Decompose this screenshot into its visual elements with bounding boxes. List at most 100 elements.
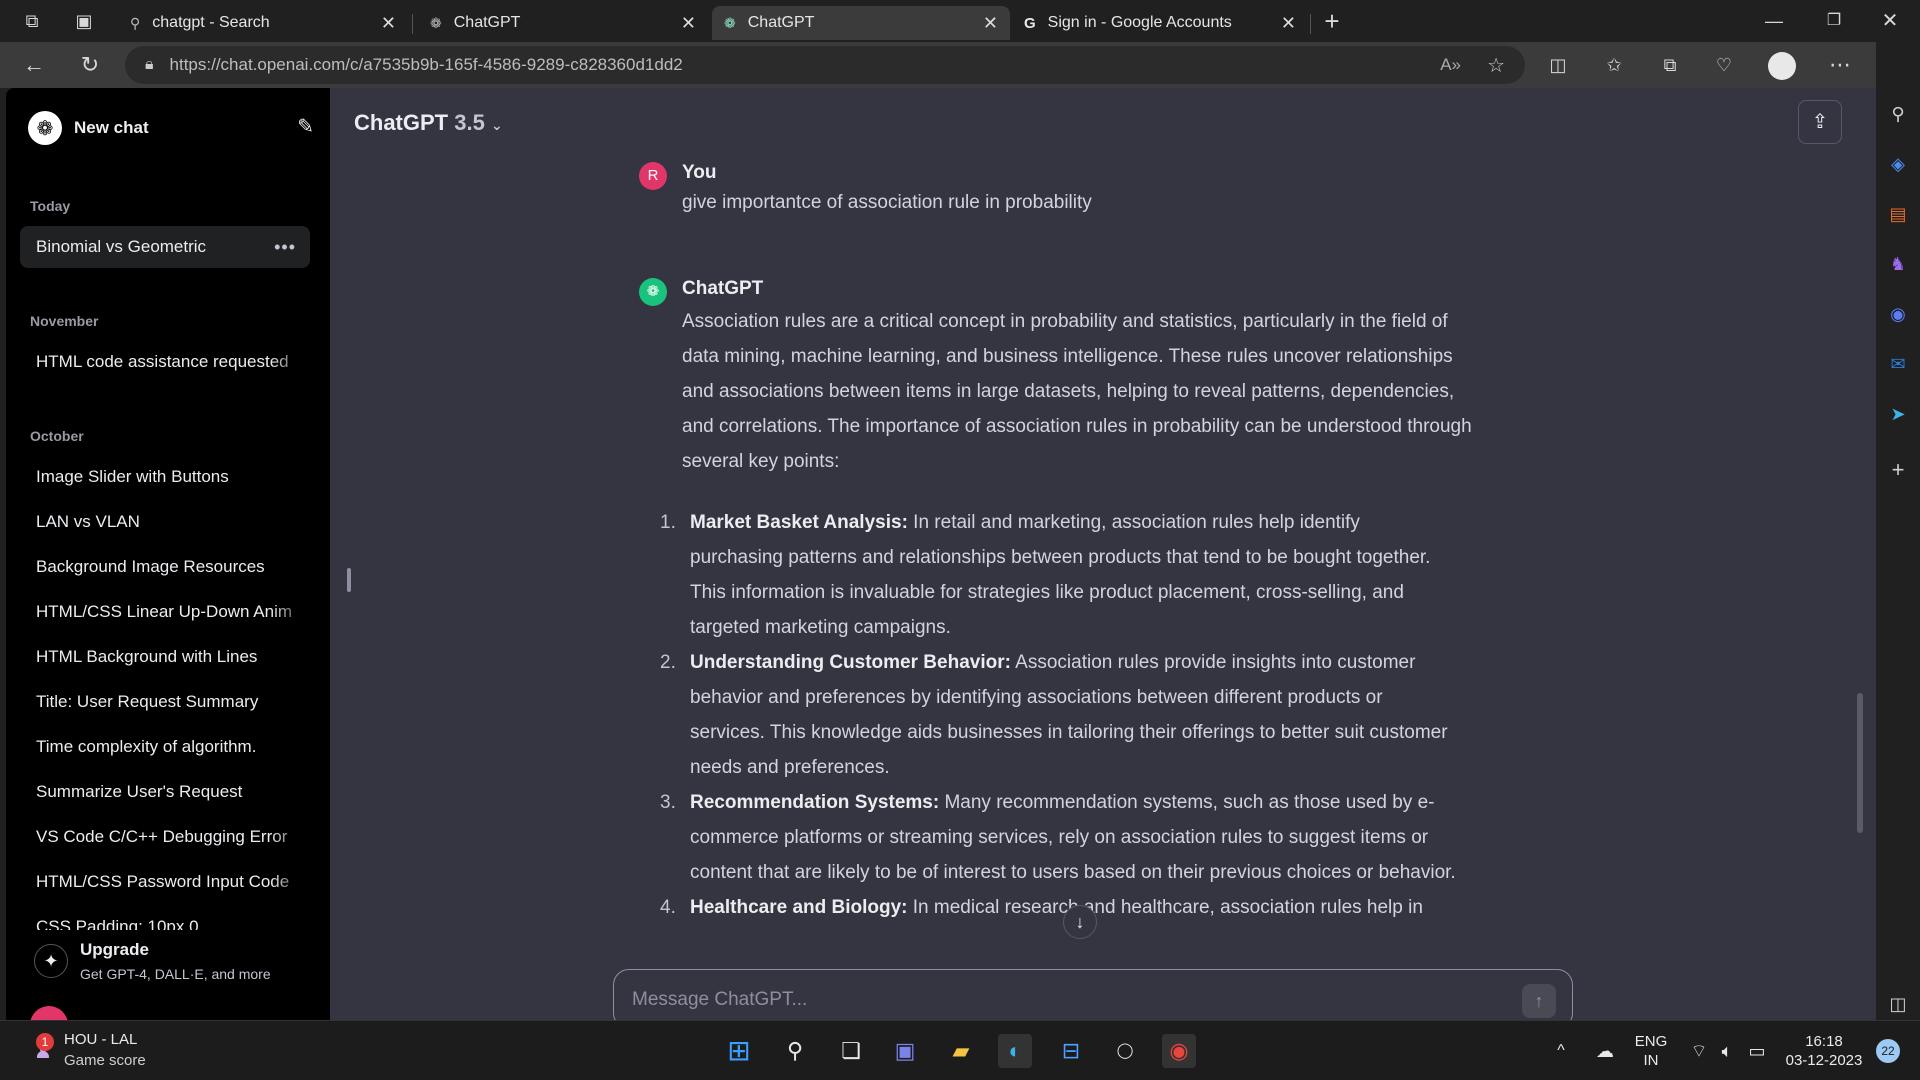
split-screen-icon[interactable]: ◫	[1540, 47, 1576, 83]
volume-icon[interactable]: 🔈︎	[1710, 1034, 1744, 1068]
chevron-up-icon[interactable]: ^	[1544, 1034, 1578, 1068]
upgrade-title: Upgrade	[80, 940, 149, 959]
model-selector[interactable]: ChatGPT 3.5 ⌄	[354, 110, 503, 136]
model-name: ChatGPT	[354, 110, 449, 135]
teams-chat-icon[interactable]: ▣	[888, 1034, 922, 1068]
favorite-star-icon[interactable]: ☆	[1487, 53, 1505, 78]
clock[interactable]: 16:18 03-12-2023	[1774, 1032, 1874, 1070]
sidebar-item[interactable]: LAN vs VLAN	[20, 501, 310, 543]
list-item: 2. Understanding Customer Behavior: Assoc…	[660, 645, 1458, 785]
sidebar-item[interactable]: HTML Background with Lines	[20, 636, 310, 678]
address-bar[interactable]: 🔒︎ https://chat.openai.com/c/a7535b9b-16…	[125, 46, 1525, 84]
refresh-icon[interactable]: ↻	[72, 47, 108, 83]
send-icon[interactable]: ➤	[1884, 400, 1912, 428]
message-composer: ↑	[613, 969, 1573, 1020]
close-tab-icon[interactable]: ✕	[381, 13, 396, 34]
profile-icon[interactable]	[1764, 47, 1800, 83]
tab-search[interactable]: ⚲ chatgpt - Search ✕	[118, 6, 408, 40]
tab-actions-icon[interactable]: ▣	[66, 3, 102, 39]
outlook-icon[interactable]: ✉	[1884, 350, 1912, 378]
tab-chatgpt-active[interactable]: ❁ ChatGPT ✕	[712, 6, 1010, 40]
collections-icon[interactable]: ⧉	[1652, 47, 1688, 83]
list-item: 3. Recommendation Systems: Many recommend…	[660, 785, 1458, 890]
new-chat-button[interactable]: ❁ New chat ✎	[28, 106, 314, 150]
new-chat-label: New chat	[74, 118, 149, 137]
back-icon[interactable]: ←	[16, 47, 52, 83]
sidebar-toggle-handle[interactable]	[347, 568, 351, 592]
openai-logo-icon: ❁	[639, 278, 667, 306]
list-number: 2.	[660, 652, 676, 673]
edge-sidebar: ⚲ ◈ ▤ ♞ ◉ ✉ ➤ + ◫	[1876, 42, 1920, 1020]
sidebar-item-label: HTML code assistance requested	[36, 352, 289, 371]
sidebar-item-binomial[interactable]: Binomial vs Geometric •••	[20, 226, 310, 268]
microsoft-store-icon[interactable]: ⊟	[1054, 1034, 1088, 1068]
browser-essentials-icon[interactable]: ♡	[1706, 47, 1742, 83]
assistant-name: ChatGPT	[682, 278, 764, 299]
dell-icon[interactable]: ◯	[1108, 1034, 1142, 1068]
upgrade-subtitle: Get GPT-4, DALL·E, and more	[80, 966, 271, 982]
close-tab-icon[interactable]: ✕	[681, 13, 696, 34]
add-icon[interactable]: +	[1884, 456, 1912, 484]
notification-badge[interactable]: 22	[1876, 1039, 1900, 1063]
widget-title[interactable]: HOU - LAL	[64, 1031, 137, 1048]
sidebar-item[interactable]: CSS Padding: 10px 0	[20, 906, 310, 930]
model-version: 3.5	[454, 110, 485, 135]
upgrade-button[interactable]: ✦ Upgrade Get GPT-4, DALL·E, and more	[28, 938, 318, 992]
sidebar-item[interactable]: VS Code C/C++ Debugging Error	[20, 816, 310, 858]
tools-icon[interactable]: ▤	[1884, 200, 1912, 228]
game-score-widget-icon[interactable]: ♟ 1	[28, 1033, 58, 1067]
sidebar-item-label: VS Code C/C++ Debugging Error	[36, 827, 288, 846]
task-view-icon[interactable]: ❏	[834, 1034, 868, 1068]
user-name: You	[682, 162, 717, 183]
message-input[interactable]	[632, 984, 1492, 1016]
edit-icon[interactable]: ✎	[297, 114, 314, 139]
search-icon[interactable]: ⚲	[1884, 100, 1912, 128]
new-tab-icon[interactable]: +	[1314, 3, 1350, 39]
tab-google-signin[interactable]: G Sign in - Google Accounts ✕	[1012, 6, 1308, 40]
scroll-down-button[interactable]: ↓	[1063, 905, 1097, 939]
tab-separator	[412, 14, 413, 34]
windows-start-icon[interactable]: ⊞	[722, 1034, 756, 1068]
sidebar-item[interactable]: HTML/CSS Linear Up-Down Anim	[20, 591, 310, 633]
widget-subtitle[interactable]: Game score	[64, 1052, 146, 1069]
group-label-today: Today	[30, 198, 71, 214]
hide-sidebar-icon[interactable]: ◫	[1884, 990, 1912, 1018]
user-message-text: give importantce of association rule in …	[682, 192, 1092, 213]
sidebar-item[interactable]: Summarize User's Request	[20, 771, 310, 813]
file-explorer-icon[interactable]: ▰	[944, 1034, 978, 1068]
sidebar-item[interactable]: Time complexity of algorithm.	[20, 726, 310, 768]
more-options-icon[interactable]: •••	[274, 226, 296, 268]
sidebar-item[interactable]: Image Slider with Buttons	[20, 456, 310, 498]
minimize-icon[interactable]: —	[1756, 3, 1792, 39]
user-avatar[interactable]	[30, 1006, 68, 1020]
sidebar-item-label: LAN vs VLAN	[36, 512, 140, 531]
more-options-icon[interactable]: ⋯	[1822, 47, 1858, 83]
user-avatar: R	[639, 162, 667, 190]
share-button[interactable]: ⇪	[1798, 100, 1842, 144]
sidebar-item[interactable]: Title: User Request Summary	[20, 681, 310, 723]
sidebar-item[interactable]: Background Image Resources	[20, 546, 310, 588]
games-icon[interactable]: ♞	[1884, 250, 1912, 278]
workspaces-icon[interactable]: ⧉	[14, 3, 50, 39]
read-aloud-icon[interactable]: A»	[1440, 55, 1461, 75]
microsoft365-icon[interactable]: ◉	[1884, 300, 1912, 328]
sidebar-item[interactable]: HTML/CSS Password Input Code	[20, 861, 310, 903]
scrollbar-thumb[interactable]	[1857, 693, 1863, 833]
onedrive-icon[interactable]: ☁	[1588, 1034, 1622, 1068]
sidebar-item-html-code[interactable]: HTML code assistance requested	[20, 341, 310, 383]
language-indicator[interactable]: ENG IN	[1626, 1032, 1676, 1070]
close-tab-icon[interactable]: ✕	[1281, 13, 1296, 34]
search-icon[interactable]: ⚲	[778, 1034, 812, 1068]
chrome-icon[interactable]: ◉	[1162, 1034, 1196, 1068]
tab-chatgpt[interactable]: ❁ ChatGPT ✕	[418, 6, 708, 40]
send-button[interactable]: ↑	[1522, 984, 1556, 1018]
tab-title: chatgpt - Search	[152, 14, 270, 31]
battery-icon[interactable]: ▭	[1740, 1034, 1774, 1068]
shopping-tag-icon[interactable]: ◈	[1884, 150, 1912, 178]
close-window-icon[interactable]: ✕	[1872, 3, 1908, 39]
tab-title: ChatGPT	[747, 14, 815, 31]
edge-browser-icon[interactable]: ◐	[998, 1034, 1032, 1068]
close-tab-icon[interactable]: ✕	[983, 13, 998, 34]
favorites-icon[interactable]: ✩	[1596, 47, 1632, 83]
restore-icon[interactable]: ❐	[1816, 3, 1852, 39]
